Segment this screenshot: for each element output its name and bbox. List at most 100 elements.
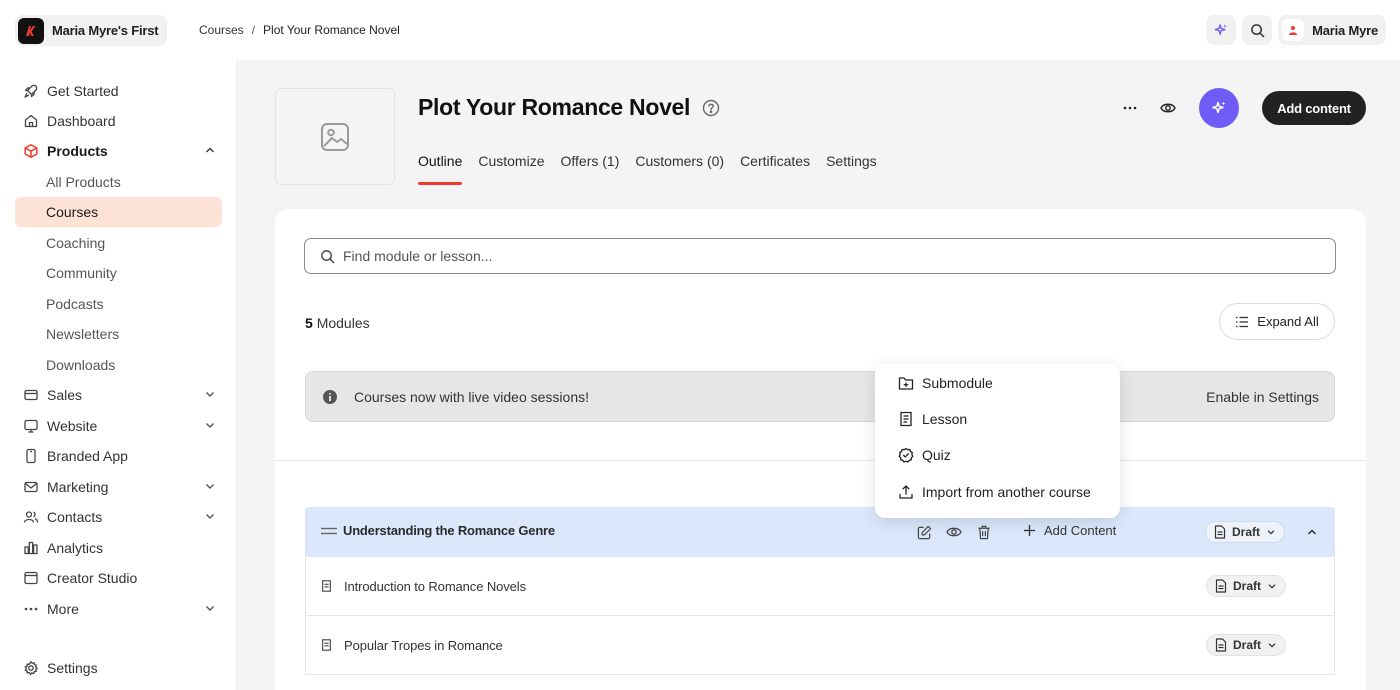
sidebar-item-dashboard[interactable]: Dashboard xyxy=(15,106,222,136)
course-thumbnail[interactable] xyxy=(275,88,395,185)
tab-customize[interactable]: Customize xyxy=(478,153,544,185)
sidebar: Get Started Dashboard Products All Produ… xyxy=(0,60,237,690)
tab-outline[interactable]: Outline xyxy=(418,153,463,185)
sidebar-sub-all-products[interactable]: All Products xyxy=(15,167,222,197)
workspace-switcher[interactable]: Maria Myre's First xyxy=(15,15,168,46)
module-add-content-button[interactable]: Add Content xyxy=(1023,523,1116,538)
sidebar-sub-community[interactable]: Community xyxy=(15,258,222,288)
menu-item-label: Quiz xyxy=(922,447,951,463)
sidebar-sub-courses[interactable]: Courses xyxy=(15,197,222,227)
plus-icon xyxy=(1023,524,1036,537)
sidebar-item-label: Get Started xyxy=(47,83,119,99)
tab-settings[interactable]: Settings xyxy=(826,153,877,185)
brand-logo-icon xyxy=(18,17,44,44)
module-title[interactable]: Understanding the Romance Genre xyxy=(343,523,555,538)
sidebar-item-branded-app[interactable]: Branded App xyxy=(15,441,222,471)
sidebar-item-marketing[interactable]: Marketing xyxy=(15,472,222,502)
sidebar-item-settings[interactable]: Settings xyxy=(15,653,222,683)
enable-in-settings-link[interactable]: Enable in Settings xyxy=(1206,389,1319,405)
collapse-chevron-up-icon[interactable] xyxy=(1303,523,1321,541)
add-content-button[interactable]: Add content xyxy=(1262,91,1366,125)
sidebar-sub-newsletters[interactable]: Newsletters xyxy=(15,319,222,349)
sidebar-item-label: Settings xyxy=(47,660,98,676)
user-menu-button[interactable]: Maria Myre xyxy=(1278,15,1386,45)
module-status-label: Draft xyxy=(1232,525,1261,539)
sidebar-sub-coaching[interactable]: Coaching xyxy=(15,228,222,258)
preview-button[interactable] xyxy=(1156,98,1180,118)
tab-customers[interactable]: Customers (0) xyxy=(635,153,724,185)
tab-offers[interactable]: Offers (1) xyxy=(561,153,620,185)
course-title-text: Plot Your Romance Novel xyxy=(418,94,691,120)
ai-assistant-button[interactable] xyxy=(1206,15,1237,45)
menu-item-submodule[interactable]: Submodule xyxy=(898,373,993,393)
sidebar-sub-downloads[interactable]: Downloads xyxy=(15,350,222,380)
search-button[interactable] xyxy=(1242,15,1273,45)
sidebar-item-contacts[interactable]: Contacts xyxy=(15,502,222,532)
eye-icon xyxy=(1160,103,1176,113)
eye-icon[interactable] xyxy=(945,523,963,541)
workspace-name: Maria Myre's First xyxy=(52,23,159,38)
menu-item-import[interactable]: Import from another course xyxy=(898,482,1091,502)
search-icon xyxy=(1250,23,1264,37)
user-icon xyxy=(1289,26,1298,35)
top-bar: Maria Myre's First Courses / Plot Your R… xyxy=(0,0,1400,60)
upload-icon xyxy=(899,485,913,499)
sidebar-sub-podcasts[interactable]: Podcasts xyxy=(15,289,222,319)
sidebar-item-get-started[interactable]: Get Started xyxy=(15,76,222,106)
more-options-button[interactable] xyxy=(1118,98,1142,118)
sidebar-item-website[interactable]: Website xyxy=(15,411,222,441)
sidebar-item-creator-studio[interactable]: Creator Studio xyxy=(15,563,222,593)
trash-icon[interactable] xyxy=(975,523,993,541)
sidebar-item-products[interactable]: Products xyxy=(15,136,222,166)
sidebar-item-label: Products xyxy=(47,143,108,159)
modules-count: 5 Modules xyxy=(305,315,370,331)
sidebar-item-label: Analytics xyxy=(47,540,104,556)
expand-all-button[interactable]: Expand All xyxy=(1219,303,1335,340)
chart-icon xyxy=(23,540,39,556)
ai-generate-button[interactable] xyxy=(1199,88,1239,128)
menu-item-label: Import from another course xyxy=(922,484,1091,500)
document-icon xyxy=(1215,638,1227,652)
sidebar-item-label: Contacts xyxy=(47,509,103,525)
help-icon[interactable] xyxy=(702,99,720,117)
users-icon xyxy=(23,509,39,525)
lesson-status-dropdown[interactable]: Draft xyxy=(1206,575,1287,597)
lesson-document-icon xyxy=(321,639,332,651)
sidebar-item-label: Website xyxy=(47,418,98,434)
document-icon xyxy=(1215,579,1227,593)
sidebar-item-sales[interactable]: Sales xyxy=(15,380,222,410)
sidebar-item-label: Sales xyxy=(47,387,83,403)
module-status-dropdown[interactable]: Draft xyxy=(1205,521,1286,543)
module-row[interactable]: Understanding the Romance Genre Add Cont… xyxy=(305,507,1335,557)
menu-item-quiz[interactable]: Quiz xyxy=(898,445,951,465)
rocket-icon xyxy=(23,83,39,99)
sidebar-item-more[interactable]: More xyxy=(15,594,222,624)
course-tabs: Outline Customize Offers (1) Customers (… xyxy=(418,153,877,185)
studio-icon xyxy=(23,570,39,586)
lesson-row[interactable]: Popular Tropes in Romance Draft xyxy=(305,616,1335,675)
chevron-down-icon xyxy=(1268,584,1276,589)
lesson-row[interactable]: Introduction to Romance Novels Draft xyxy=(305,557,1335,616)
breadcrumb-courses[interactable]: Courses xyxy=(199,23,244,37)
chevron-down-icon xyxy=(204,419,216,431)
document-icon xyxy=(900,411,912,427)
edit-icon[interactable] xyxy=(915,523,933,541)
mail-icon xyxy=(23,479,39,495)
breadcrumb-current: Plot Your Romance Novel xyxy=(263,23,400,37)
breadcrumb-separator: / xyxy=(251,23,256,37)
lesson-status-dropdown[interactable]: Draft xyxy=(1206,634,1287,656)
menu-item-lesson[interactable]: Lesson xyxy=(898,409,967,429)
sidebar-item-analytics[interactable]: Analytics xyxy=(15,533,222,563)
drag-handle-icon[interactable] xyxy=(321,527,337,535)
menu-item-label: Submodule xyxy=(922,375,993,391)
info-icon xyxy=(322,389,338,405)
document-icon xyxy=(1214,525,1226,539)
sidebar-item-label: Dashboard xyxy=(47,113,116,129)
tab-certificates[interactable]: Certificates xyxy=(740,153,810,185)
lesson-title[interactable]: Popular Tropes in Romance xyxy=(344,638,503,653)
list-icon xyxy=(1236,316,1249,327)
phone-icon xyxy=(23,448,39,464)
lesson-title[interactable]: Introduction to Romance Novels xyxy=(344,579,526,594)
module-search-input[interactable]: Find module or lesson... xyxy=(304,238,1336,274)
chevron-down-icon xyxy=(204,388,216,400)
